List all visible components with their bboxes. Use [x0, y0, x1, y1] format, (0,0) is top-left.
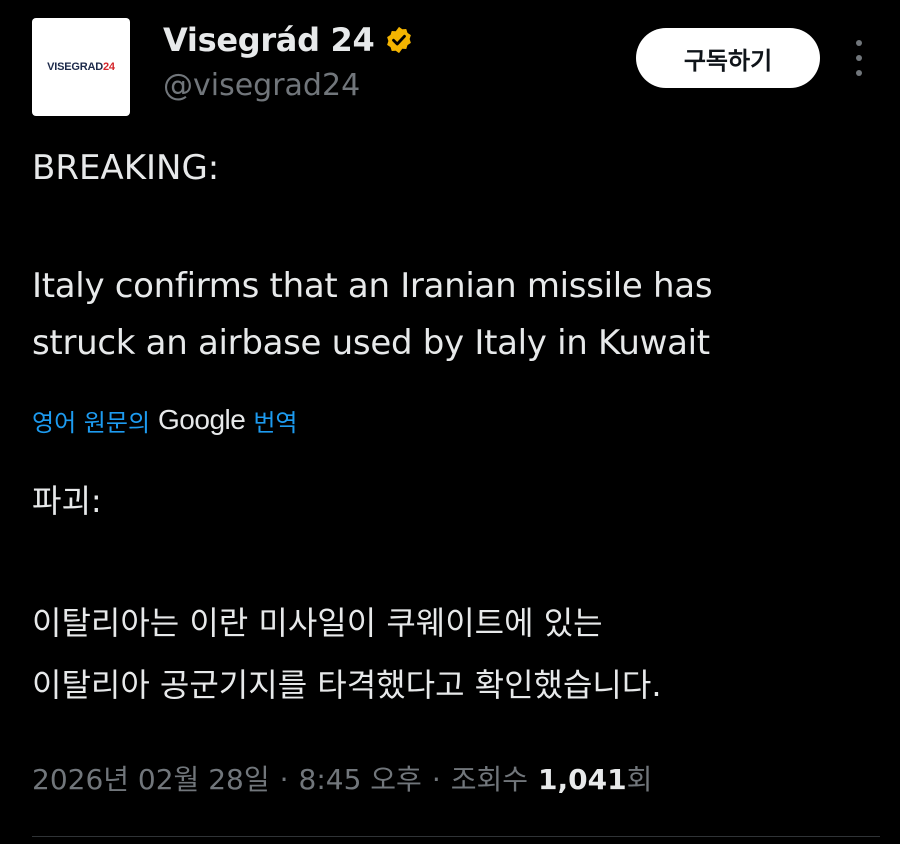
translation-label[interactable]: 번역	[253, 403, 297, 438]
avatar-logo-main: VISEGRAD	[47, 61, 103, 73]
post-text-line: BREAKING:	[32, 148, 220, 188]
more-dot	[856, 70, 862, 76]
views-count: 1,041	[538, 763, 627, 796]
more-dot	[856, 55, 862, 61]
author-name-row: Visegrád 24	[163, 18, 414, 62]
translation-source-label[interactable]: 영어 원문의	[32, 403, 150, 438]
divider	[32, 836, 880, 837]
more-options-icon[interactable]	[848, 40, 870, 76]
author-handle[interactable]: @visegrad24	[163, 68, 360, 103]
meta-separator: ·	[279, 763, 289, 796]
author-display-name[interactable]: Visegrád 24	[163, 21, 375, 59]
post-date[interactable]: 2026년 02월 28일	[32, 758, 270, 798]
avatar-logo: VISEGRAD24	[47, 61, 115, 73]
translation-attribution[interactable]: 영어 원문의 Google 번역	[32, 400, 298, 440]
translated-text-line: 이탈리아는 이란 미사일이 쿠웨이트에 있는	[32, 604, 603, 642]
avatar[interactable]: VISEGRAD24	[32, 18, 130, 116]
post-text-line: Italy confirms that an Iranian missile h…	[32, 266, 713, 306]
views-label: 조회수	[450, 763, 529, 796]
post-text-line: struck an airbase used by Italy in Kuwai…	[32, 323, 710, 363]
views-suffix: 회	[626, 763, 653, 796]
avatar-logo-accent: 24	[103, 61, 115, 73]
translated-text-line: 이탈리아 공군기지를 타격했다고 확인했습니다.	[32, 666, 662, 704]
post-time[interactable]: 8:45 오후	[299, 758, 422, 798]
translated-text-line: 파괴:	[32, 482, 102, 520]
verified-badge-icon[interactable]	[384, 25, 414, 55]
google-logo: Google	[158, 404, 246, 435]
post-metadata: 2026년 02월 28일 · 8:45 오후 · 조회수 1,041회	[32, 758, 652, 798]
subscribe-button[interactable]: 구독하기	[636, 28, 820, 88]
views-count-wrap[interactable]: 1,041회	[538, 758, 652, 798]
more-dot	[856, 40, 862, 46]
meta-separator: ·	[431, 763, 441, 796]
